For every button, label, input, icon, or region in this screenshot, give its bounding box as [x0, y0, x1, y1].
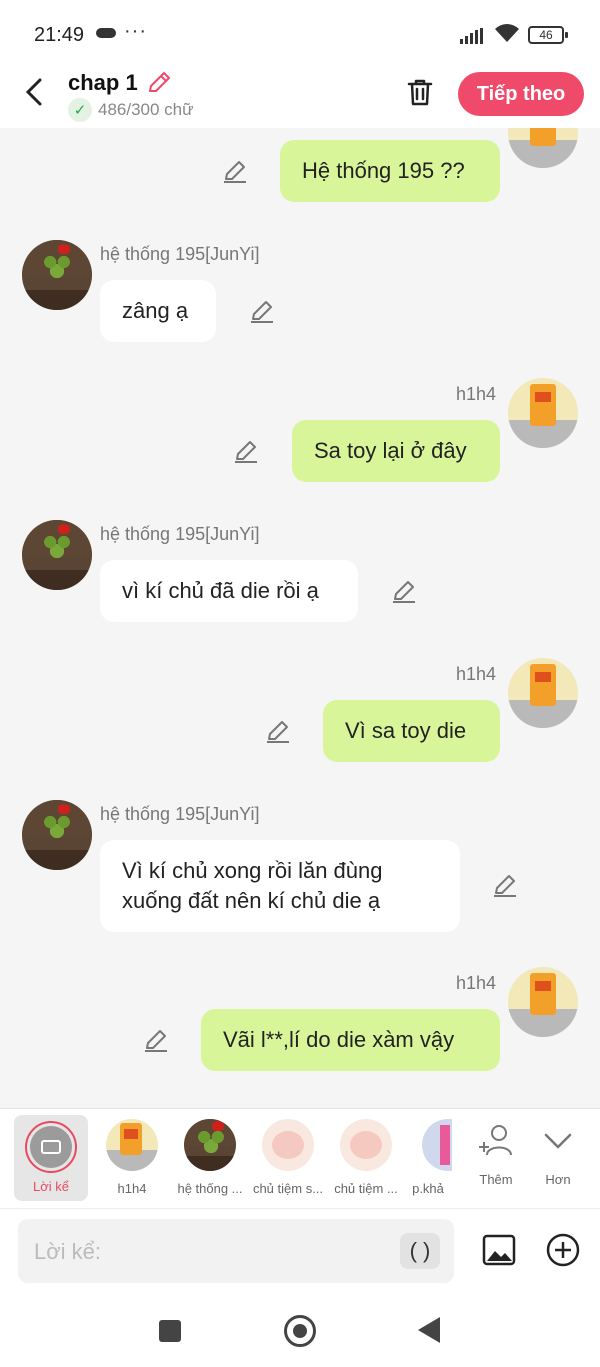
- status-bar: 21:49 ··· 46: [0, 0, 600, 62]
- narrator-icon: [30, 1126, 72, 1168]
- battery-icon: 46: [528, 26, 568, 44]
- parenthesis-button[interactable]: ( ): [400, 1233, 440, 1269]
- avatar-junyi: [22, 520, 92, 590]
- character-label: p.khả: [412, 1181, 444, 1196]
- edit-message-pencil-icon[interactable]: [265, 718, 291, 744]
- character-shop-owner-1[interactable]: chủ tiệm s...: [252, 1117, 324, 1196]
- chapter-title: chap 1: [68, 70, 138, 95]
- avatar-h1h4: [508, 128, 578, 168]
- more-notifications-icon: ···: [124, 20, 147, 42]
- top-bar: chap 1 ✓ 486/300 chữ Tiếp theo: [0, 62, 600, 128]
- character-label: h1h4: [117, 1181, 147, 1196]
- avatar-junyi: [184, 1119, 236, 1171]
- check-icon: ✓: [68, 98, 92, 122]
- edit-message-pencil-icon[interactable]: [249, 298, 275, 324]
- avatar-junyi: [22, 240, 92, 310]
- message-bubble[interactable]: Vãi l**,lí do die xàm vậy: [201, 1009, 500, 1071]
- signal-icon: [460, 28, 483, 44]
- avatar-pig: [262, 1119, 314, 1171]
- edit-title-pencil-icon[interactable]: [146, 70, 172, 96]
- edit-message-pencil-icon[interactable]: [222, 158, 248, 184]
- character-p-kha[interactable]: p.khả: [404, 1117, 452, 1196]
- status-time: 21:49: [34, 24, 85, 46]
- edit-message-pencil-icon[interactable]: [233, 438, 259, 464]
- back-arrow-icon[interactable]: [20, 76, 48, 108]
- message-bubble[interactable]: Vì kí chủ xong rồi lăn đùng xuống đất nê…: [100, 840, 460, 932]
- image-icon[interactable]: [482, 1233, 516, 1267]
- avatar-h1h4: [508, 658, 578, 728]
- back-triangle-icon[interactable]: [418, 1317, 440, 1343]
- character-label: chủ tiệm s...: [252, 1181, 324, 1196]
- add-person-icon: [479, 1125, 512, 1156]
- message-bubble[interactable]: Hệ thống 195 ??: [280, 140, 500, 202]
- character-selector: Lời kể h1h4 hệ thống ... chủ tiệm s... c…: [0, 1108, 600, 1208]
- edit-message-pencil-icon[interactable]: [391, 578, 417, 604]
- add-character-button[interactable]: Thêm: [466, 1121, 526, 1187]
- character-label: chủ tiệm ...: [334, 1181, 398, 1196]
- next-button[interactable]: Tiếp theo: [458, 72, 584, 116]
- avatar-h1h4: [508, 967, 578, 1037]
- character-label: Lời kể: [33, 1179, 69, 1194]
- sender-name: hệ thống 195[JunYi]: [100, 244, 260, 264]
- character-shop-owner-2[interactable]: chủ tiệm ...: [330, 1117, 402, 1196]
- more-label: Hơn: [545, 1172, 571, 1187]
- message-bubble[interactable]: zâng ạ: [100, 280, 216, 342]
- avatar-p-kha: [422, 1119, 452, 1171]
- home-icon[interactable]: [284, 1315, 316, 1347]
- input-bar: Lời kể: ( ): [0, 1208, 600, 1294]
- character-narrator[interactable]: Lời kể: [14, 1115, 88, 1201]
- sender-name: h1h4: [456, 973, 497, 993]
- add-character-label: Thêm: [479, 1172, 513, 1187]
- message-bubble[interactable]: Vì sa toy die: [323, 700, 500, 762]
- chevron-down-icon: [544, 1133, 572, 1149]
- avatar-h1h4: [508, 378, 578, 448]
- character-h1h4[interactable]: h1h4: [96, 1117, 168, 1196]
- character-label: hệ thống ...: [177, 1181, 243, 1196]
- more-characters-button[interactable]: Hơn: [528, 1121, 588, 1187]
- message-input[interactable]: Lời kể: ( ): [18, 1219, 454, 1283]
- avatar-junyi: [22, 800, 92, 870]
- avatar-h1h4: [106, 1119, 158, 1171]
- edit-message-pencil-icon[interactable]: [143, 1027, 169, 1053]
- sender-name: hệ thống 195[JunYi]: [100, 524, 260, 544]
- battery-level: 46: [539, 28, 553, 42]
- chat-area[interactable]: Hệ thống 195 ?? hệ thống 195[JunYi] zâng…: [0, 128, 600, 1108]
- word-count: 486/300 chữ: [98, 100, 194, 119]
- message-bubble[interactable]: Sa toy lại ở đây: [292, 420, 500, 482]
- recent-apps-icon[interactable]: [159, 1320, 181, 1342]
- wifi-icon: [495, 24, 519, 42]
- edit-message-pencil-icon[interactable]: [492, 872, 518, 898]
- sender-name: hệ thống 195[JunYi]: [100, 804, 260, 824]
- sender-name: h1h4: [456, 664, 497, 684]
- plus-circle-icon[interactable]: [546, 1233, 580, 1267]
- trash-icon[interactable]: [404, 76, 436, 108]
- avatar-pig: [340, 1119, 392, 1171]
- system-nav-bar: [0, 1294, 600, 1367]
- character-junyi[interactable]: hệ thống ...: [174, 1117, 246, 1196]
- sender-name: h1h4: [456, 384, 497, 404]
- word-count-row: ✓ 486/300 chữ: [68, 98, 194, 122]
- message-bubble[interactable]: vì kí chủ đã die rồi ạ: [100, 560, 358, 622]
- input-placeholder: Lời kể:: [34, 1239, 102, 1264]
- cloud-icon: [96, 28, 116, 38]
